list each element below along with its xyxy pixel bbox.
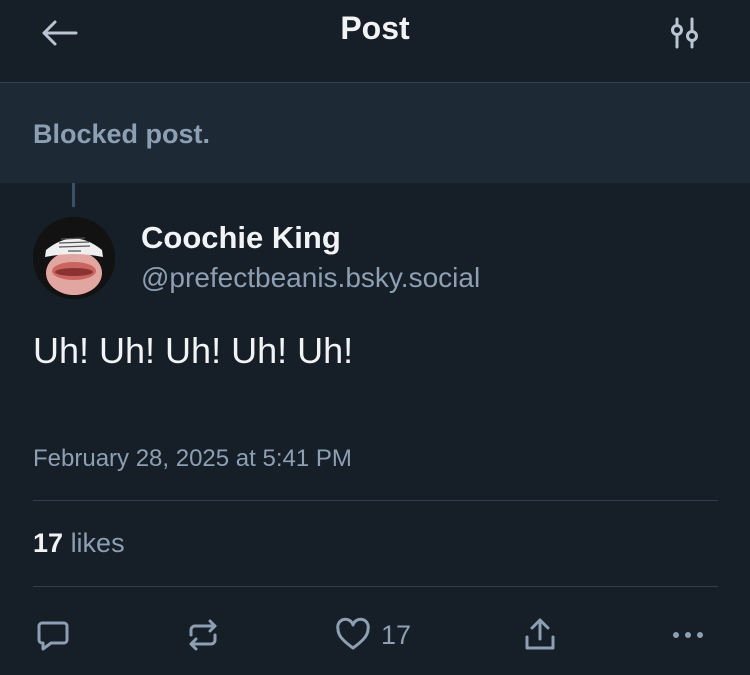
like-button[interactable]: 17 <box>333 610 411 660</box>
repost-button[interactable] <box>183 610 223 660</box>
divider-bottom <box>33 586 718 587</box>
blocked-post-notice: Blocked post. <box>0 83 750 183</box>
heart-icon <box>336 617 370 650</box>
like-button-count: 17 <box>381 619 412 650</box>
page-title: Post <box>340 10 410 46</box>
post-screen: Post Blocked post. Coochie King @prefect… <box>0 0 750 675</box>
post-actions-bar: 17 <box>0 610 750 660</box>
likes-label: likes <box>70 528 125 558</box>
reply-icon <box>37 621 69 651</box>
post-body-text: Uh! Uh! Uh! Uh! Uh! <box>33 330 354 371</box>
likes-count: 17 <box>33 528 64 558</box>
sliders-icon <box>671 17 698 49</box>
reply-button[interactable] <box>33 610 73 660</box>
author-display-name[interactable]: Coochie King <box>141 220 341 256</box>
thread-settings-button[interactable] <box>664 12 706 54</box>
thread-connector-line <box>72 183 75 207</box>
more-icon <box>673 632 703 638</box>
author-handle[interactable]: @prefectbeanis.bsky.social <box>141 262 480 294</box>
share-button[interactable] <box>520 610 560 660</box>
blocked-post-text: Blocked post. <box>33 119 211 149</box>
avatar[interactable] <box>33 217 115 299</box>
avatar-image <box>33 217 115 299</box>
likes-stat[interactable]: 17 likes <box>33 528 125 559</box>
more-options-button[interactable] <box>668 610 708 660</box>
share-icon <box>525 618 555 650</box>
repost-icon <box>189 619 217 651</box>
divider-top <box>33 500 718 501</box>
post-timestamp: February 28, 2025 at 5:41 PM <box>33 445 352 472</box>
top-bar: Post <box>0 0 750 83</box>
